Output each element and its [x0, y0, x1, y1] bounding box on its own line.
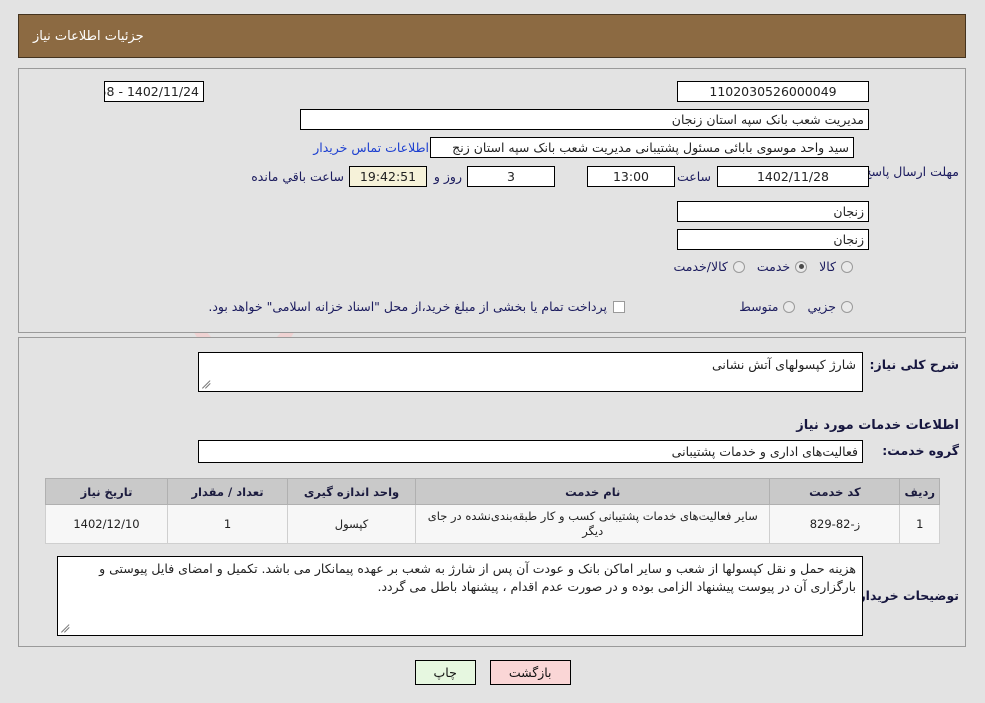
deadline-time-label: ساعت	[676, 169, 711, 184]
treasury-checkbox[interactable]	[613, 300, 625, 313]
category-radio-goods[interactable]	[841, 260, 853, 273]
cell-service-name: سایر فعالیت‌های خدمات پشتیبانی کسب و کار…	[414, 504, 771, 544]
th-unit: واحد اندازه گیری	[287, 478, 416, 505]
delivery-city-input[interactable]: زنجان	[677, 229, 869, 250]
th-need-date: تاریخ نیاز	[45, 478, 168, 505]
th-service-name: نام خدمت	[414, 478, 771, 505]
table-header-row: ردیف کد خدمت نام خدمت واحد اندازه گیری ت…	[45, 478, 940, 505]
footer-buttons: بازگشت چاپ	[0, 660, 985, 685]
services-table: ردیف کد خدمت نام خدمت واحد اندازه گیری ت…	[45, 478, 940, 544]
need-number-input[interactable]: 1102030526000049	[677, 81, 869, 102]
service-group-label: گروه خدمت:	[882, 443, 959, 458]
buyer-notes-value: هزینه حمل و نقل کپسولها از شعب و سایر ام…	[99, 561, 856, 594]
deadline-countdown-value: 19:42:51	[349, 166, 427, 187]
cell-unit: کپسول	[287, 504, 416, 544]
buyer-notes-textarea[interactable]: هزینه حمل و نقل کپسولها از شعب و سایر ام…	[57, 556, 863, 636]
resize-grip-icon[interactable]	[202, 379, 212, 389]
purchase-type-radio-medium[interactable]	[783, 300, 796, 313]
page-title: جزئیات اطلاعات نیاز	[33, 28, 144, 44]
treasury-checkbox-group: پرداخت تمام یا بخشی از مبلغ خرید،از محل …	[208, 299, 625, 314]
cell-need-date: 1402/12/10	[45, 504, 168, 544]
th-service-code: کد خدمت	[769, 478, 901, 505]
category-radio-goods-service[interactable]	[732, 260, 745, 273]
back-button[interactable]: بازگشت	[489, 660, 571, 685]
section-title: اطلاعات خدمات مورد نیاز	[796, 418, 959, 433]
th-quantity: تعداد / مقدار	[167, 478, 288, 505]
service-group-label-wrap: گروه خدمت:	[882, 443, 959, 458]
category-label-goods-service: کالا/خدمت	[673, 259, 728, 274]
purchase-type-radio-minor[interactable]	[841, 300, 853, 313]
category-label-goods: کالا	[819, 259, 836, 274]
treasury-checkbox-text: پرداخت تمام یا بخشی از مبلغ خرید،از محل …	[208, 299, 607, 314]
purchase-type-radio-group: جزيي متوسط	[727, 299, 853, 314]
th-row-no: ردیف	[899, 478, 940, 505]
buyer-notes-label: توضیحات خریدار:	[853, 588, 959, 603]
category-label-service: خدمت	[756, 259, 791, 274]
general-description-label: شرح کلی نیاز:	[869, 357, 959, 372]
deadline-label: مهلت ارسال پاسخ: تا تاریخ:	[814, 164, 959, 179]
table-row: 1 ز-82-829 سایر فعالیت‌های خدمات پشتیبان…	[45, 504, 940, 544]
print-button[interactable]: چاپ	[414, 660, 476, 685]
general-description-label-wrap: شرح کلی نیاز:	[870, 357, 959, 372]
category-radio-group: کالا خدمت کالا/خدمت	[661, 259, 853, 274]
buyer-contact-link[interactable]: اطلاعات تماس خریدار	[313, 140, 429, 155]
service-group-input[interactable]: فعالیت‌های اداری و خدمات پشتیبانی	[198, 440, 863, 463]
cell-service-code: ز-82-829	[769, 504, 901, 544]
category-radio-service[interactable]	[795, 260, 808, 273]
deadline-days-input[interactable]: 3	[467, 166, 555, 187]
buyer-notes-label-wrap: توضیحات خریدار:	[853, 588, 959, 603]
page-root: AriaTender.net جزئیات اطلاعات نیاز شماره…	[0, 0, 985, 703]
general-description-value: شارژ کپسولهای آتش نشانی	[712, 357, 856, 372]
buyer-org-input[interactable]: مدیریت شعب بانک سپه استان زنجان	[300, 109, 869, 130]
deadline-countdown-label: ساعت باقي مانده	[251, 169, 344, 184]
resize-grip-icon-notes[interactable]	[61, 623, 71, 633]
cell-row-no: 1	[899, 504, 940, 544]
deadline-date-input[interactable]: 1402/11/28	[717, 166, 869, 187]
deadline-days-label: روز و	[433, 169, 462, 184]
delivery-province-input[interactable]: زنجان	[677, 201, 869, 222]
purchase-type-label-minor: جزيي	[807, 299, 836, 314]
deadline-time-input[interactable]: 13:00	[587, 166, 675, 187]
page-header: جزئیات اطلاعات نیاز	[18, 14, 966, 58]
cell-quantity: 1	[167, 504, 288, 544]
purchase-type-label-medium: متوسط	[739, 299, 779, 314]
announce-datetime-input[interactable]: 1402/11/24 - 15:58	[104, 81, 204, 102]
general-description-textarea[interactable]: شارژ کپسولهای آتش نشانی	[198, 352, 863, 392]
request-creator-input[interactable]: سید واحد موسوی بابائی مسئول پشتیبانی مدی…	[430, 137, 854, 158]
